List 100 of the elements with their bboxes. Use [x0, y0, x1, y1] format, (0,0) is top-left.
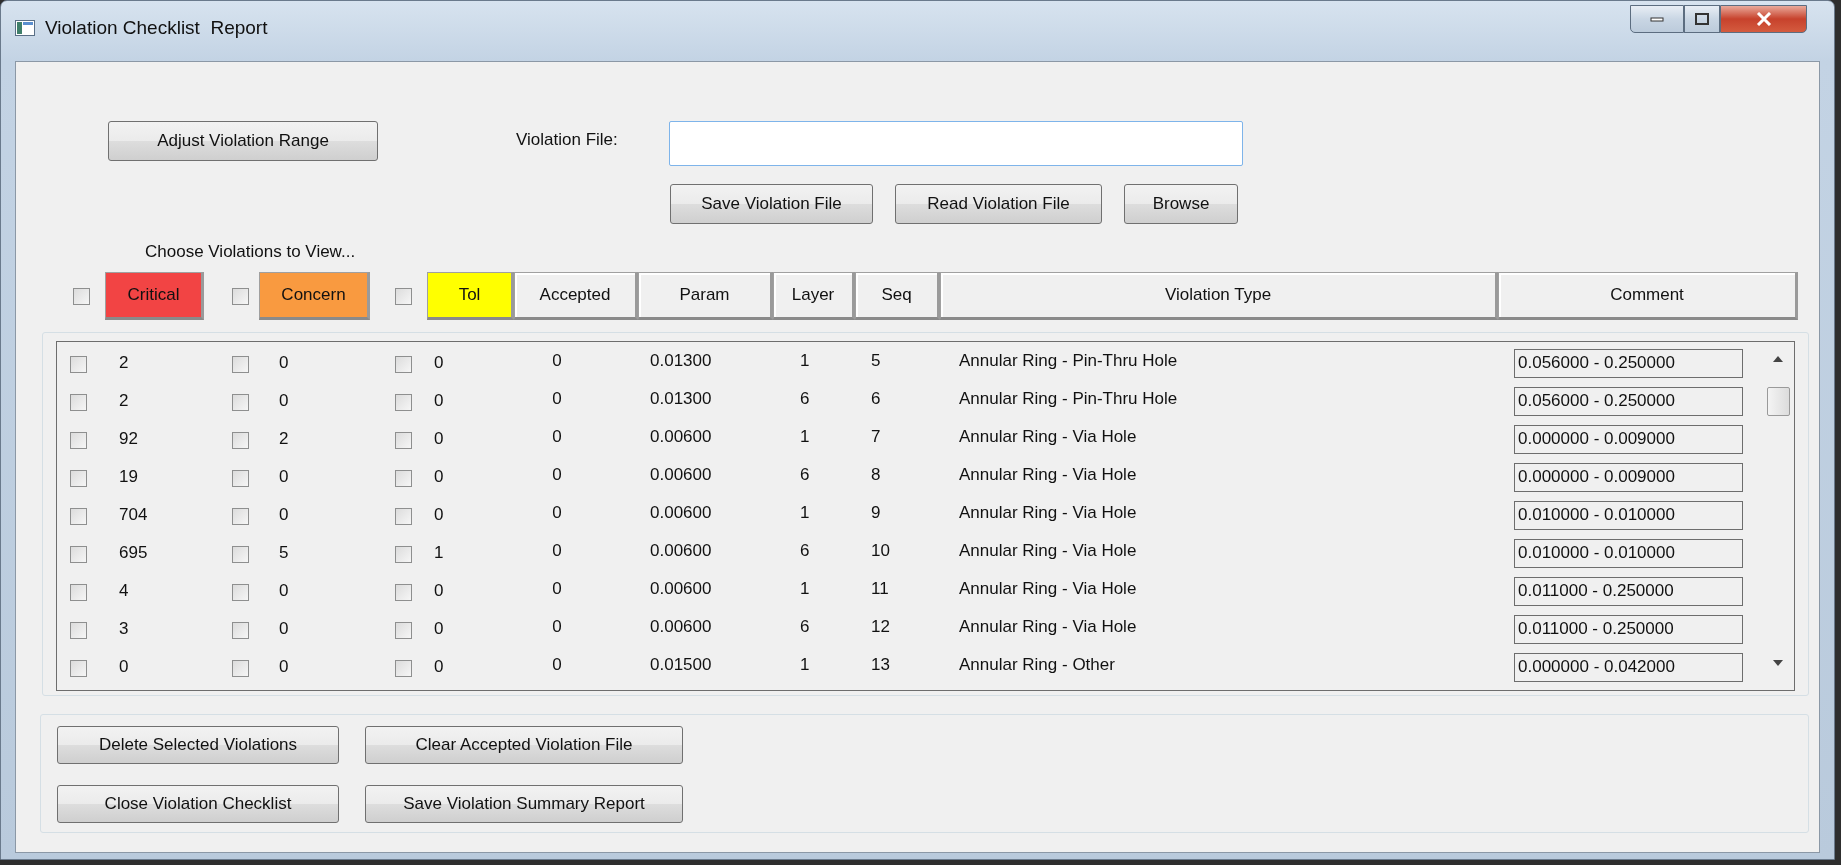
- table-cell-text: 6: [799, 389, 811, 409]
- column-header[interactable]: Layer: [773, 272, 855, 320]
- table-cell-text: 0: [433, 657, 445, 677]
- table-cell-text: 1: [799, 503, 811, 523]
- checkbox[interactable]: [232, 583, 249, 601]
- table-cell-text: 1: [799, 655, 811, 675]
- file-button[interactable]: Read Violation File: [895, 184, 1102, 224]
- checkbox[interactable]: [395, 545, 412, 563]
- checkbox[interactable]: [232, 287, 249, 305]
- table-cell-text: 9: [870, 503, 882, 523]
- checkbox[interactable]: [70, 393, 87, 411]
- table-cell-text: 0.00600: [649, 427, 713, 447]
- filter-header[interactable]: Tol: [427, 272, 514, 320]
- table-cell-text: Annular Ring - Pin-Thru Hole: [958, 351, 1179, 371]
- column-header[interactable]: Violation Type: [940, 272, 1498, 320]
- scroll-thumb[interactable]: [1766, 387, 1790, 416]
- checkbox[interactable]: [395, 355, 412, 373]
- checkbox[interactable]: [232, 659, 249, 677]
- checkbox[interactable]: [395, 583, 412, 601]
- comment-field[interactable]: 0.056000 - 0.250000: [1514, 386, 1743, 416]
- column-header[interactable]: Accepted: [514, 272, 638, 320]
- comment-field[interactable]: 0.011000 - 0.250000: [1514, 614, 1743, 644]
- checkbox[interactable]: [232, 621, 249, 639]
- checkbox[interactable]: [232, 355, 249, 373]
- comment-field[interactable]: 0.000000 - 0.009000: [1514, 424, 1743, 454]
- table-cell-text: Annular Ring - Other: [958, 655, 1116, 675]
- checkbox[interactable]: [395, 431, 412, 449]
- comment-field[interactable]: 0.056000 - 0.250000: [1514, 348, 1743, 378]
- checkbox[interactable]: [232, 431, 249, 449]
- table-cell-text: 0.01500: [649, 655, 713, 675]
- table-cell-text: 6: [799, 465, 811, 485]
- table-cell-text: 0: [433, 581, 445, 601]
- table-cell-text: 0: [551, 503, 563, 523]
- checkbox[interactable]: [232, 393, 249, 411]
- filter-header[interactable]: Critical: [105, 272, 204, 320]
- comment-field[interactable]: 0.000000 - 0.009000: [1514, 462, 1743, 492]
- checkbox[interactable]: [395, 507, 412, 525]
- table-cell-text: 0: [433, 505, 445, 525]
- action-button[interactable]: Close Violation Checklist: [57, 785, 339, 823]
- checkbox[interactable]: [232, 507, 249, 525]
- table-cell-text: 6: [799, 541, 811, 561]
- action-button[interactable]: Clear Accepted Violation File: [365, 726, 683, 764]
- minimize-icon: [1650, 16, 1664, 22]
- table-cell-text: 0: [433, 353, 445, 373]
- table-cell-text: 0: [551, 579, 563, 599]
- table-cell-text: 0: [551, 465, 563, 485]
- checkbox[interactable]: [70, 621, 87, 639]
- maximize-button[interactable]: [1684, 5, 1720, 33]
- comment-field[interactable]: 0.010000 - 0.010000: [1514, 500, 1743, 530]
- adjust-range-button[interactable]: Adjust Violation Range: [108, 121, 378, 161]
- table-cell-text: 5: [870, 351, 882, 371]
- minimize-button[interactable]: [1630, 5, 1684, 33]
- checkbox[interactable]: [70, 507, 87, 525]
- checkbox[interactable]: [232, 469, 249, 487]
- table-cell-text: Annular Ring - Via Hole: [958, 465, 1138, 485]
- table-cell-text: 6: [870, 389, 882, 409]
- checkbox[interactable]: [70, 659, 87, 677]
- checkbox[interactable]: [395, 469, 412, 487]
- table-cell-text: 0.00600: [649, 503, 713, 523]
- table-cell-text: 1: [799, 427, 811, 447]
- filter-header[interactable]: Concern: [259, 272, 370, 320]
- checkbox[interactable]: [395, 393, 412, 411]
- comment-field[interactable]: 0.000000 - 0.042000: [1514, 652, 1743, 682]
- table-cell-text: 0: [278, 353, 290, 373]
- action-button[interactable]: Delete Selected Violations: [57, 726, 339, 764]
- checkbox[interactable]: [395, 287, 412, 305]
- table-cell-text: 0.00600: [649, 579, 713, 599]
- scroll-down-icon: [1773, 660, 1783, 666]
- checkbox[interactable]: [70, 469, 87, 487]
- table-cell-text: 704: [118, 505, 149, 525]
- table-cell-text: 2: [118, 353, 130, 373]
- comment-field[interactable]: 0.011000 - 0.250000: [1514, 576, 1743, 606]
- table-cell-text: 0: [278, 657, 290, 677]
- column-header[interactable]: Param: [638, 272, 773, 320]
- table-cell-text: 0: [551, 541, 563, 561]
- checkbox[interactable]: [70, 583, 87, 601]
- comment-field[interactable]: 0.010000 - 0.010000: [1514, 538, 1743, 568]
- checkbox[interactable]: [395, 621, 412, 639]
- table-cell-text: Annular Ring - Pin-Thru Hole: [958, 389, 1179, 409]
- table-cell-text: Annular Ring - Via Hole: [958, 503, 1138, 523]
- action-button[interactable]: Save Violation Summary Report: [365, 785, 683, 823]
- checkbox[interactable]: [70, 431, 87, 449]
- checkbox[interactable]: [70, 355, 87, 373]
- column-header[interactable]: Seq: [855, 272, 940, 320]
- table-cell-text: 92: [118, 429, 139, 449]
- violation-file-field[interactable]: [669, 121, 1243, 166]
- table-cell-text: 3: [118, 619, 130, 639]
- checkbox[interactable]: [70, 545, 87, 563]
- filter-caption: Choose Violations to View...: [144, 242, 356, 263]
- window-title: Violation Checklist Report: [45, 17, 268, 39]
- close-button[interactable]: [1720, 5, 1807, 33]
- column-header[interactable]: Comment: [1498, 272, 1798, 320]
- table-cell-text: 0: [278, 467, 290, 487]
- checkbox[interactable]: [395, 659, 412, 677]
- checkbox[interactable]: [232, 545, 249, 563]
- table-cell-text: Annular Ring - Via Hole: [958, 427, 1138, 447]
- checkbox[interactable]: [73, 287, 90, 305]
- file-button[interactable]: Save Violation File: [670, 184, 873, 224]
- file-button[interactable]: Browse: [1124, 184, 1238, 224]
- table-cell-text: 0: [433, 429, 445, 449]
